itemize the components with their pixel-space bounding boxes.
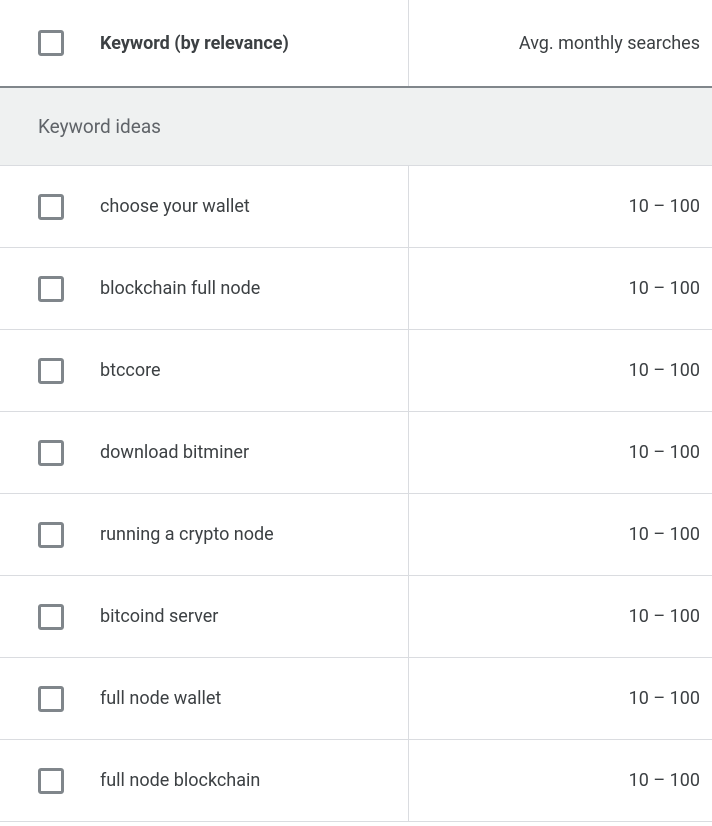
row-checkbox[interactable]	[38, 604, 64, 630]
keyword-text: btccore	[100, 360, 161, 381]
searches-cell: 10 – 100	[409, 248, 712, 329]
keyword-cell: bitcoind server	[0, 576, 409, 657]
table-row[interactable]: full node blockchain 10 – 100	[0, 740, 712, 822]
keyword-text: blockchain full node	[100, 278, 260, 299]
keyword-table: Keyword (by relevance) Avg. monthly sear…	[0, 0, 712, 822]
searches-text: 10 – 100	[629, 606, 700, 627]
keyword-cell: full node wallet	[0, 658, 409, 739]
table-row[interactable]: choose your wallet 10 – 100	[0, 166, 712, 248]
searches-text: 10 – 100	[629, 278, 700, 299]
keyword-cell: choose your wallet	[0, 166, 409, 247]
searches-text: 10 – 100	[629, 196, 700, 217]
keyword-text: choose your wallet	[100, 196, 250, 217]
row-checkbox[interactable]	[38, 522, 64, 548]
row-checkbox[interactable]	[38, 440, 64, 466]
keyword-text: download bitminer	[100, 442, 249, 463]
searches-cell: 10 – 100	[409, 494, 712, 575]
table-header-row: Keyword (by relevance) Avg. monthly sear…	[0, 0, 712, 88]
keyword-text: running a crypto node	[100, 524, 274, 545]
row-checkbox[interactable]	[38, 276, 64, 302]
keyword-text: bitcoind server	[100, 606, 218, 627]
searches-cell: 10 – 100	[409, 330, 712, 411]
header-cell-keyword[interactable]: Keyword (by relevance)	[0, 0, 409, 86]
searches-text: 10 – 100	[629, 442, 700, 463]
searches-text: 10 – 100	[629, 360, 700, 381]
header-cell-searches[interactable]: Avg. monthly searches	[409, 0, 712, 86]
row-checkbox[interactable]	[38, 358, 64, 384]
table-row[interactable]: full node wallet 10 – 100	[0, 658, 712, 740]
searches-text: 10 – 100	[629, 688, 700, 709]
searches-cell: 10 – 100	[409, 740, 712, 821]
keyword-text: full node wallet	[100, 688, 221, 709]
row-checkbox[interactable]	[38, 686, 64, 712]
table-row[interactable]: running a crypto node 10 – 100	[0, 494, 712, 576]
keyword-cell: download bitminer	[0, 412, 409, 493]
searches-cell: 10 – 100	[409, 412, 712, 493]
section-title: Keyword ideas	[38, 115, 161, 138]
keyword-cell: btccore	[0, 330, 409, 411]
keyword-text: full node blockchain	[100, 770, 260, 791]
table-row[interactable]: blockchain full node 10 – 100	[0, 248, 712, 330]
table-row[interactable]: bitcoind server 10 – 100	[0, 576, 712, 658]
row-checkbox[interactable]	[38, 194, 64, 220]
searches-cell: 10 – 100	[409, 166, 712, 247]
table-row[interactable]: btccore 10 – 100	[0, 330, 712, 412]
row-checkbox[interactable]	[38, 768, 64, 794]
searches-cell: 10 – 100	[409, 658, 712, 739]
select-all-checkbox[interactable]	[38, 30, 64, 56]
keyword-cell: running a crypto node	[0, 494, 409, 575]
table-row[interactable]: download bitminer 10 – 100	[0, 412, 712, 494]
header-searches-label: Avg. monthly searches	[519, 33, 700, 54]
section-header: Keyword ideas	[0, 88, 712, 166]
keyword-cell: blockchain full node	[0, 248, 409, 329]
header-keyword-label: Keyword (by relevance)	[100, 33, 289, 54]
keyword-cell: full node blockchain	[0, 740, 409, 821]
searches-cell: 10 – 100	[409, 576, 712, 657]
searches-text: 10 – 100	[629, 770, 700, 791]
searches-text: 10 – 100	[629, 524, 700, 545]
